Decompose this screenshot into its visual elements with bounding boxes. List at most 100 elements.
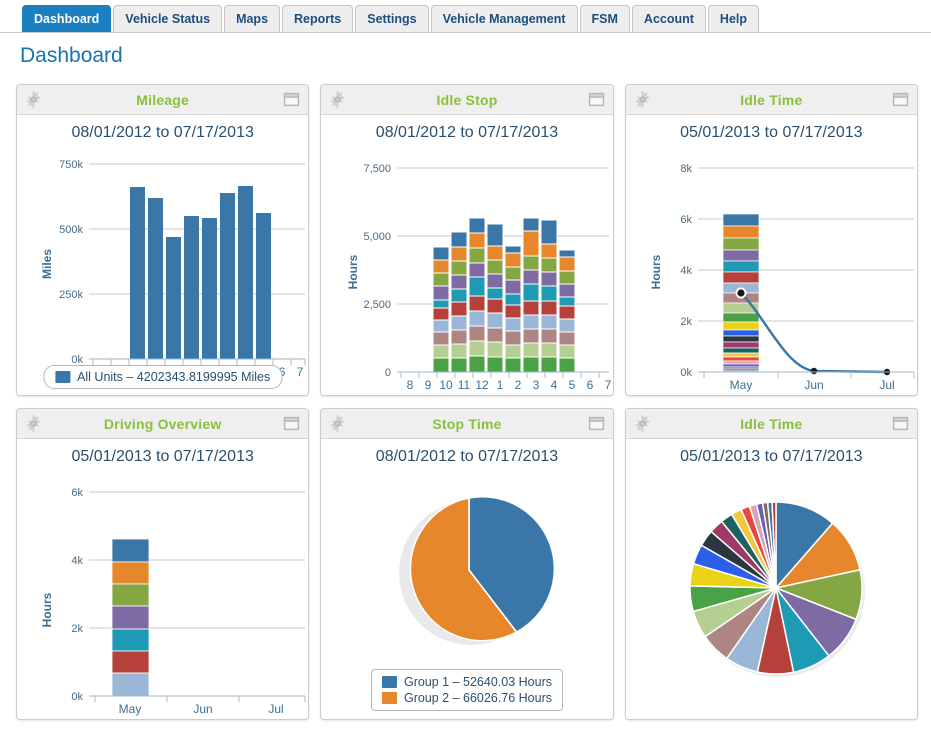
- svg-text:Jul: Jul: [879, 378, 894, 392]
- panel-header: Mileage: [17, 85, 309, 115]
- svg-text:0k: 0k: [71, 691, 83, 703]
- panel-title: Idle Time: [740, 415, 803, 432]
- svg-text:1: 1: [497, 378, 504, 392]
- svg-text:6k: 6k: [680, 214, 692, 226]
- svg-text:6: 6: [587, 378, 594, 392]
- panel-title: Idle Stop: [436, 91, 498, 108]
- panel-row-top: Mileage 08/01/2012 to 07/17/2013 750k 50…: [16, 84, 918, 396]
- window-icon[interactable]: [588, 415, 605, 432]
- tab-help[interactable]: Help: [707, 5, 760, 32]
- panel-header: Driving Overview: [17, 409, 309, 439]
- window-icon[interactable]: [588, 91, 605, 108]
- window-icon[interactable]: [283, 415, 300, 432]
- page-title: Dashboard: [20, 44, 123, 67]
- chart-mileage: 750k 500k 250k 0k Miles 6 7: [17, 146, 308, 378]
- tab-reports[interactable]: Reports: [282, 5, 354, 32]
- svg-text:7: 7: [605, 378, 612, 392]
- svg-text:8k: 8k: [680, 163, 692, 175]
- legend-swatch: [55, 371, 71, 383]
- panel-title: Driving Overview: [103, 415, 222, 432]
- panel-idle-time-pie: Idle Time 05/01/2013 to 07/17/2013: [624, 408, 918, 720]
- dashboard-panel-grid: Mileage 08/01/2012 to 07/17/2013 750k 50…: [16, 84, 918, 732]
- chart-idle-time-pie: [626, 470, 917, 702]
- tab-dashboard[interactable]: Dashboard: [22, 5, 112, 32]
- window-icon[interactable]: [283, 91, 300, 108]
- gear-icon[interactable]: [329, 91, 346, 108]
- svg-text:6k: 6k: [71, 487, 83, 499]
- panel-body: 08/01/2012 to 07/17/2013 750k 500k 250k …: [17, 115, 308, 395]
- panel-body: 05/01/2013 to 07/17/2013 6k 4k 2k 0k Hou…: [17, 439, 308, 719]
- svg-text:10: 10: [440, 378, 454, 392]
- tab-maps[interactable]: Maps: [224, 5, 281, 32]
- tab-vehicle-management[interactable]: Vehicle Management: [430, 5, 578, 32]
- panel-row-bottom: Driving Overview 05/01/2013 to 07/17/201…: [16, 408, 918, 720]
- svg-text:Hours: Hours: [346, 254, 360, 289]
- svg-text:500k: 500k: [59, 224, 83, 236]
- svg-text:5,000: 5,000: [364, 231, 392, 243]
- svg-text:4: 4: [551, 378, 558, 392]
- svg-text:2k: 2k: [680, 316, 692, 328]
- panel-idle-stop: Idle Stop 08/01/2012 to 07/17/2013 7,500…: [320, 84, 614, 396]
- svg-text:5: 5: [569, 378, 576, 392]
- gear-icon[interactable]: [25, 91, 42, 108]
- tab-fsm[interactable]: FSM: [579, 5, 630, 32]
- svg-text:Jun: Jun: [804, 378, 823, 392]
- svg-text:Hours: Hours: [40, 592, 54, 627]
- gear-icon[interactable]: [634, 91, 651, 108]
- legend-item: All Units – 4202343.8199995 Miles: [55, 369, 270, 385]
- legend-item: Group 1 – 52640.03 Hours: [381, 674, 552, 690]
- panel-body: 05/01/2013 to 07/17/2013: [626, 439, 917, 719]
- tab-vehicle-status[interactable]: Vehicle Status: [113, 5, 223, 32]
- svg-text:11: 11: [458, 378, 471, 392]
- panel-header: Stop Time: [321, 409, 613, 439]
- svg-text:Jul: Jul: [268, 702, 283, 716]
- svg-text:7: 7: [297, 365, 304, 378]
- trend-line: [739, 291, 888, 374]
- svg-text:3: 3: [533, 378, 540, 392]
- svg-text:8: 8: [407, 378, 414, 392]
- panel-title: Mileage: [136, 91, 190, 108]
- gear-icon[interactable]: [25, 415, 42, 432]
- svg-text:2k: 2k: [71, 623, 83, 635]
- legend-swatch: [381, 692, 397, 704]
- panel-driving-overview: Driving Overview 05/01/2013 to 07/17/201…: [16, 408, 310, 720]
- svg-text:250k: 250k: [59, 289, 83, 301]
- svg-text:Miles: Miles: [40, 249, 54, 279]
- chart-date-range: 05/01/2013 to 07/17/2013: [71, 448, 254, 465]
- panel-stop-time: Stop Time 08/01/2012 to 07/17/2013 Group…: [320, 408, 614, 720]
- panel-body: 08/01/2012 to 07/17/2013 7,500 5,000 2,5…: [321, 115, 612, 395]
- svg-text:4k: 4k: [71, 555, 83, 567]
- svg-text:12: 12: [476, 378, 490, 392]
- legend-item: Group 2 – 66026.76 Hours: [381, 690, 552, 706]
- window-icon[interactable]: [892, 415, 909, 432]
- panel-title: Idle Time: [740, 91, 803, 108]
- chart-idle-stop: 7,500 5,000 2,500 0 Hours 8 9 10 11 12 1…: [321, 146, 612, 392]
- chart-date-range: 08/01/2012 to 07/17/2013: [71, 124, 254, 141]
- legend-label: Group 1 – 52640.03 Hours: [403, 675, 552, 689]
- chart-date-range: 08/01/2012 to 07/17/2013: [375, 124, 559, 141]
- legend-swatch: [381, 676, 397, 688]
- panel-idle-time-bar: Idle Time 05/01/2013 to 07/17/2013 8k 6k…: [624, 84, 918, 396]
- chart-date-range: 08/01/2012 to 07/17/2013: [375, 448, 559, 465]
- legend-label: Group 2 – 66026.76 Hours: [403, 691, 552, 705]
- svg-text:Hours: Hours: [649, 254, 663, 289]
- window-icon[interactable]: [892, 91, 909, 108]
- svg-text:2: 2: [515, 378, 522, 392]
- chart-driving-overview: 6k 4k 2k 0k Hours May Jun Jul: [17, 470, 308, 716]
- chart-legend: All Units – 4202343.8199995 Miles: [43, 365, 283, 389]
- svg-text:2,500: 2,500: [364, 299, 392, 311]
- panel-header: Idle Time: [625, 409, 917, 439]
- tab-settings[interactable]: Settings: [355, 5, 429, 32]
- svg-text:9: 9: [425, 378, 432, 392]
- svg-text:0: 0: [385, 367, 391, 379]
- gear-icon[interactable]: [329, 415, 346, 432]
- panel-title: Stop Time: [432, 415, 502, 432]
- panel-header: Idle Time: [625, 85, 917, 115]
- tab-account[interactable]: Account: [631, 5, 706, 32]
- chart-legend: Group 1 – 52640.03 Hours Group 2 – 66026…: [370, 669, 563, 711]
- svg-text:May: May: [729, 378, 752, 392]
- panel-header: Idle Stop: [321, 85, 613, 115]
- gear-icon[interactable]: [634, 415, 651, 432]
- svg-text:7,500: 7,500: [364, 163, 392, 175]
- svg-text:Jun: Jun: [193, 702, 212, 716]
